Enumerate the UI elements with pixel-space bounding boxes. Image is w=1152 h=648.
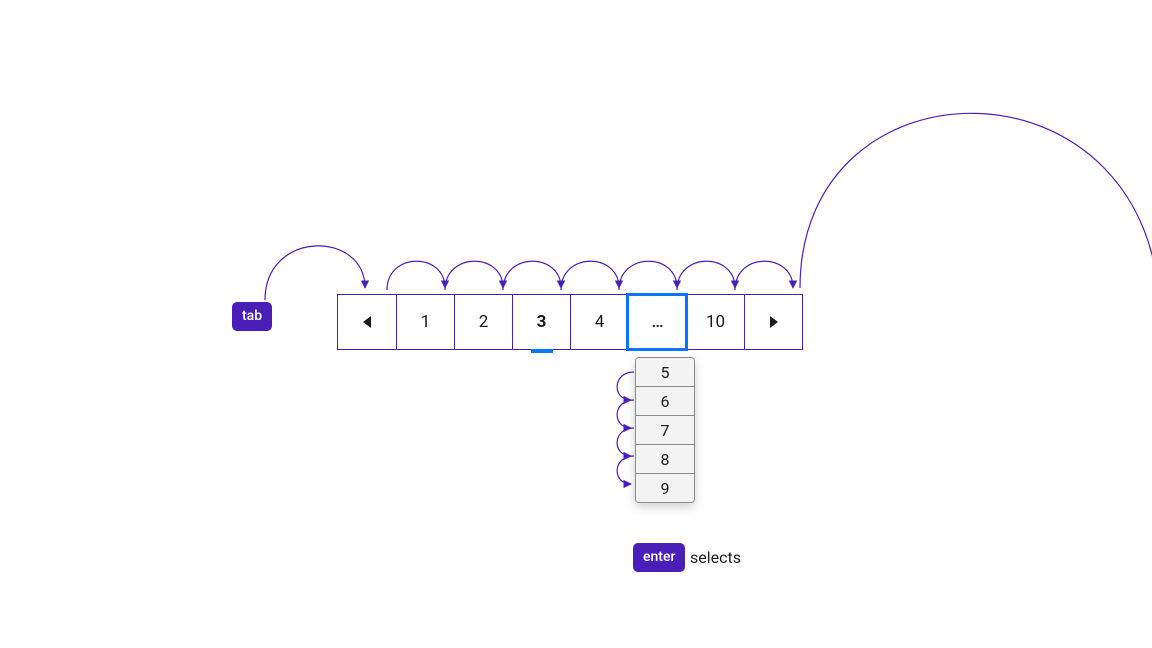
hop-2-to-3 (503, 261, 561, 290)
page-button-2[interactable]: 2 (454, 295, 512, 349)
hop-10-to-next (735, 261, 793, 290)
loop-opt-7 (617, 428, 634, 456)
hop-overflow-to-10 (677, 261, 735, 290)
option-label: 6 (661, 392, 670, 411)
loop-opt-6 (617, 400, 634, 428)
page-button-3[interactable]: 3 (512, 295, 570, 349)
option-label: 7 (661, 421, 670, 440)
triangle-left-icon (363, 316, 371, 328)
option-label: 5 (661, 363, 670, 382)
pagination: 1 2 3 4 … 10 (337, 294, 803, 350)
page-next-button[interactable] (744, 295, 802, 349)
page-label: 4 (595, 312, 605, 332)
key-tab-label: tab (242, 308, 262, 324)
key-enter-chip: enter (633, 543, 685, 572)
page-button-1[interactable]: 1 (396, 295, 454, 349)
large-return-arc (800, 113, 1152, 320)
hop-3-to-4 (561, 261, 619, 290)
page-prev-button[interactable] (338, 295, 396, 349)
overflow-option-8[interactable]: 8 (636, 444, 694, 473)
loop-opt-5 (617, 372, 634, 400)
option-label: 9 (661, 479, 670, 498)
overflow-option-7[interactable]: 7 (636, 415, 694, 444)
page-button-10[interactable]: 10 (686, 295, 744, 349)
overflow-option-6[interactable]: 6 (636, 386, 694, 415)
hop-1-to-2 (445, 261, 503, 290)
hop-4-to-overflow (619, 261, 677, 290)
overflow-dropdown: 5 6 7 8 9 (635, 357, 695, 503)
page-label: 2 (479, 312, 489, 332)
triangle-right-icon (770, 316, 778, 328)
key-tab-chip: tab (232, 302, 272, 331)
tab-to-prev-arc (265, 246, 365, 300)
key-enter-label: enter (643, 549, 675, 565)
loop-opt-8 (617, 456, 634, 484)
page-label: 3 (537, 312, 547, 332)
diagram-stage: tab 1 2 3 4 … 10 5 6 (0, 0, 1152, 648)
page-button-4[interactable]: 4 (570, 295, 628, 349)
page-label: 1 (421, 312, 431, 332)
overflow-option-5[interactable]: 5 (636, 358, 694, 386)
overflow-option-9[interactable]: 9 (636, 473, 694, 502)
enter-action-label: selects (690, 548, 741, 567)
page-label: … (651, 312, 663, 332)
hop-prev-to-1 (387, 261, 445, 290)
page-label: 10 (706, 312, 725, 332)
option-label: 8 (661, 450, 670, 469)
page-button-overflow[interactable]: … (628, 295, 686, 349)
